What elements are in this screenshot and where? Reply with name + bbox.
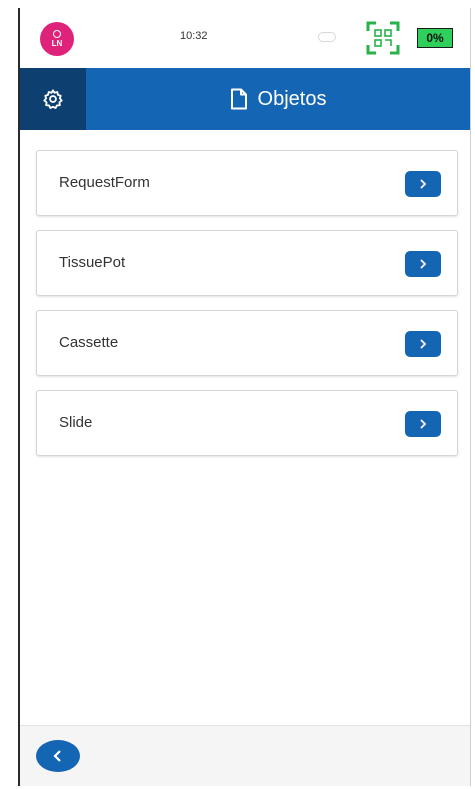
object-list: RequestForm TissuePot Cassette Slide: [36, 150, 458, 470]
page-title-group: Objetos: [86, 68, 470, 130]
gear-icon: [43, 89, 63, 109]
document-icon: [230, 88, 247, 110]
chevron-right-icon: [420, 259, 427, 269]
app-header: Objetos: [20, 68, 470, 130]
open-tissuepot-button[interactable]: [405, 251, 441, 277]
battery-indicator: 0%: [417, 28, 453, 48]
clock: 10:32: [180, 30, 208, 42]
qr-scan-icon[interactable]: [366, 21, 400, 55]
chevron-right-icon: [420, 339, 427, 349]
list-item-cassette[interactable]: Cassette: [36, 310, 458, 376]
list-item-label: TissuePot: [59, 254, 126, 271]
list-item-label: Slide: [59, 414, 93, 431]
list-item-label: RequestForm: [59, 174, 150, 191]
user-avatar[interactable]: LN: [40, 22, 74, 56]
avatar-initials: LN: [51, 39, 63, 48]
status-bar: LN 10:32 0%: [20, 8, 470, 68]
list-item-label: Cassette: [59, 334, 119, 351]
chevron-right-icon: [420, 179, 427, 189]
settings-button[interactable]: [20, 68, 86, 130]
bottom-bar: [20, 725, 470, 786]
person-icon: [53, 30, 61, 38]
open-slide-button[interactable]: [405, 411, 441, 437]
page-title: Objetos: [257, 87, 327, 110]
back-button[interactable]: [36, 740, 80, 772]
list-item-tissuepot[interactable]: TissuePot: [36, 230, 458, 296]
chevron-left-icon: [53, 750, 61, 762]
open-requestform-button[interactable]: [405, 171, 441, 197]
list-item-requestform[interactable]: RequestForm: [36, 150, 458, 216]
link-icon: [318, 32, 336, 42]
chevron-right-icon: [420, 419, 427, 429]
list-item-slide[interactable]: Slide: [36, 390, 458, 456]
device-frame: LN 10:32 0% Objetos RequestForm TissuePo…: [18, 8, 471, 786]
open-cassette-button[interactable]: [405, 331, 441, 357]
